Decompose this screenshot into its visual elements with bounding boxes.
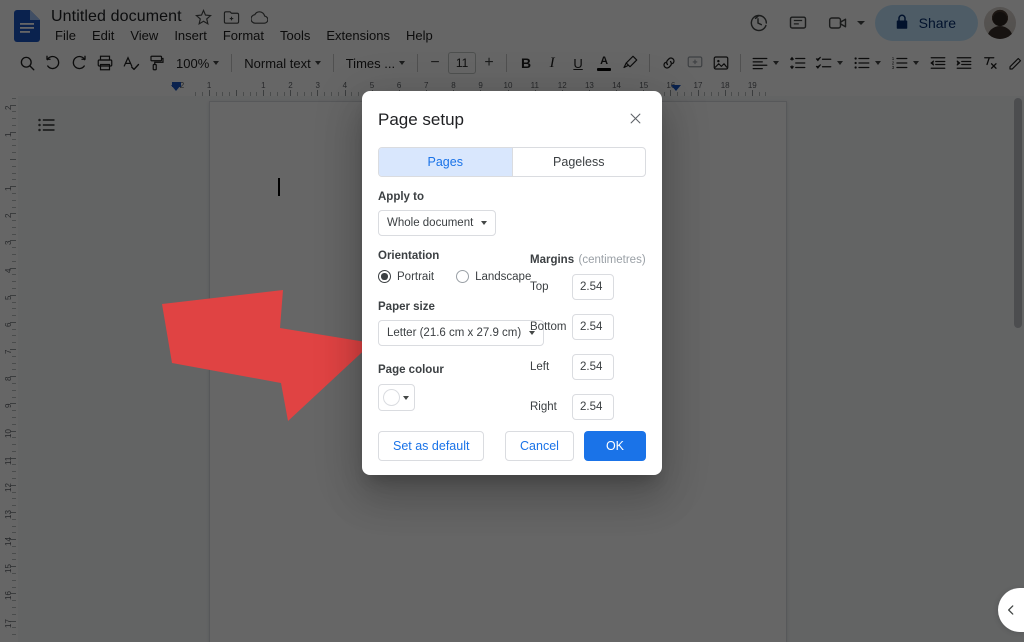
orientation-radio-group: Portrait Landscape: [378, 270, 530, 283]
tab-pageless[interactable]: Pageless: [512, 148, 646, 176]
page-mode-tabs: Pages Pageless: [378, 147, 646, 177]
page-colour-section: Page colour: [378, 364, 530, 411]
margin-top-input[interactable]: 2.54: [572, 274, 614, 300]
page-setup-dialog: Page setup Pages Pageless Apply to Whole…: [362, 91, 662, 475]
cancel-button[interactable]: Cancel: [505, 431, 574, 461]
apply-to-select[interactable]: Whole document: [378, 210, 496, 236]
ok-button[interactable]: OK: [584, 431, 646, 461]
dialog-footer: Set as default Cancel OK: [378, 431, 646, 461]
orientation-section: Orientation Portrait Landscape: [378, 250, 530, 283]
radio-landscape-label: Landscape: [475, 271, 531, 283]
close-icon[interactable]: [624, 107, 646, 129]
radio-landscape-dot: [456, 270, 469, 283]
set-as-default-button[interactable]: Set as default: [378, 431, 484, 461]
page-colour-swatch: [383, 389, 400, 406]
tab-pages[interactable]: Pages: [379, 148, 512, 176]
radio-portrait[interactable]: Portrait: [378, 270, 434, 283]
dialog-title: Page setup: [378, 107, 464, 131]
margin-right-input[interactable]: 2.54: [572, 394, 614, 420]
margins-section: Margins (centimetres) Top 2.54 Bottom 2.…: [530, 250, 646, 434]
apply-to-value: Whole document: [387, 217, 473, 229]
radio-portrait-label: Portrait: [397, 271, 434, 283]
paper-size-value: Letter (21.6 cm x 27.9 cm): [387, 327, 521, 339]
margin-row-bottom: Bottom 2.54: [530, 314, 646, 340]
apply-to-label: Apply to: [378, 191, 646, 203]
page-colour-label: Page colour: [378, 364, 530, 376]
dialog-body-columns: Orientation Portrait Landscape Paper si: [378, 250, 646, 434]
margin-right-label: Right: [530, 401, 572, 413]
google-docs-app: Untitled document File Edit View Insert …: [0, 0, 1024, 642]
paper-size-select[interactable]: Letter (21.6 cm x 27.9 cm): [378, 320, 544, 346]
margin-top-label: Top: [530, 281, 572, 293]
margin-row-top: Top 2.54: [530, 274, 646, 300]
paper-size-label: Paper size: [378, 301, 530, 313]
margins-title: Margins (centimetres): [530, 250, 646, 268]
chevron-down-icon: [403, 396, 409, 400]
margins-label: Margins: [530, 254, 574, 266]
orientation-label: Orientation: [378, 250, 530, 262]
margin-bottom-label: Bottom: [530, 321, 572, 333]
page-colour-picker[interactable]: [378, 384, 415, 411]
radio-landscape[interactable]: Landscape: [456, 270, 531, 283]
margin-left-label: Left: [530, 361, 572, 373]
margin-bottom-input[interactable]: 2.54: [572, 314, 614, 340]
margins-unit-label: (centimetres): [579, 254, 646, 266]
dialog-header: Page setup: [378, 107, 646, 131]
apply-to-section: Apply to Whole document: [378, 191, 646, 236]
margin-row-left: Left 2.54: [530, 354, 646, 380]
footer-actions: Cancel OK: [505, 431, 646, 461]
paper-size-section: Paper size Letter (21.6 cm x 27.9 cm): [378, 301, 530, 346]
margin-left-input[interactable]: 2.54: [572, 354, 614, 380]
dialog-left-column: Orientation Portrait Landscape Paper si: [378, 250, 530, 434]
chevron-down-icon: [481, 221, 487, 225]
margin-row-right: Right 2.54: [530, 394, 646, 420]
radio-portrait-dot: [378, 270, 391, 283]
